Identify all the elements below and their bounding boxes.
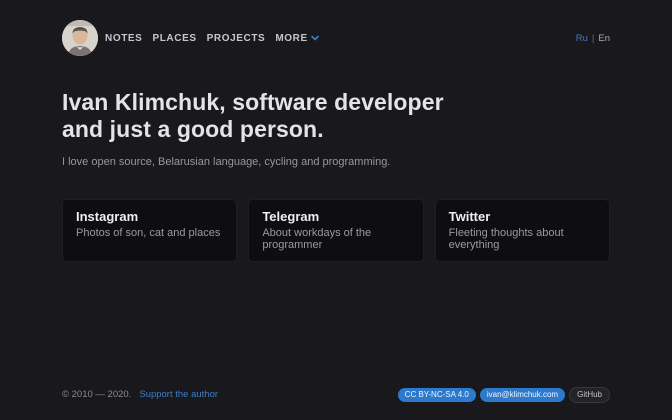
- page: Notes Places Projects More Ru | En Ivan …: [0, 0, 672, 420]
- nav-item-notes[interactable]: Notes: [105, 33, 142, 44]
- page-title-line1: Ivan Klimchuk, software developer: [62, 89, 610, 116]
- lang-divider: |: [592, 33, 594, 44]
- language-switcher: Ru | En: [576, 33, 610, 44]
- lang-ru-link[interactable]: Ru: [576, 33, 588, 44]
- card-telegram[interactable]: Telegram About workdays of the programme…: [248, 199, 423, 262]
- card-title: Instagram: [76, 209, 223, 224]
- card-description: About workdays of the programmer: [262, 227, 409, 251]
- card-twitter[interactable]: Twitter Fleeting thoughts about everythi…: [435, 199, 610, 262]
- footer-badges: CC BY-NC-SA 4.0 ivan@klimchuk.com GitHub: [398, 387, 610, 404]
- footer: © 2010 — 2020. Support the author CC BY-…: [62, 387, 610, 420]
- header: Notes Places Projects More Ru | En: [62, 0, 610, 56]
- avatar-photo: [62, 20, 98, 56]
- social-cards: Instagram Photos of son, cat and places …: [62, 199, 610, 262]
- hero-section: Ivan Klimchuk, software developer and ju…: [62, 89, 610, 168]
- copyright-text: © 2010 — 2020.: [62, 389, 131, 400]
- footer-copyright-area: © 2010 — 2020. Support the author: [62, 389, 218, 400]
- nav-item-more[interactable]: More: [275, 32, 318, 44]
- nav-item-places[interactable]: Places: [152, 33, 196, 44]
- card-instagram[interactable]: Instagram Photos of son, cat and places: [62, 199, 237, 262]
- page-title: Ivan Klimchuk, software developer and ju…: [62, 89, 610, 143]
- license-badge[interactable]: CC BY-NC-SA 4.0: [398, 388, 476, 403]
- card-description: Photos of son, cat and places: [76, 227, 223, 239]
- avatar[interactable]: [62, 20, 98, 56]
- main-nav: Notes Places Projects More: [105, 32, 319, 44]
- page-title-line2: and just a good person.: [62, 116, 610, 143]
- card-description: Fleeting thoughts about everything: [449, 227, 596, 251]
- chevron-down-icon: [311, 33, 319, 44]
- card-title: Twitter: [449, 209, 596, 224]
- nav-item-projects[interactable]: Projects: [207, 33, 266, 44]
- lang-en-link[interactable]: En: [598, 33, 610, 44]
- support-author-link[interactable]: Support the author: [139, 389, 218, 400]
- github-badge[interactable]: GitHub: [569, 387, 610, 404]
- email-badge[interactable]: ivan@klimchuk.com: [480, 388, 565, 403]
- hero-subtitle: I love open source, Belarusian language,…: [62, 156, 610, 168]
- card-title: Telegram: [262, 209, 409, 224]
- nav-item-more-label: More: [275, 33, 307, 44]
